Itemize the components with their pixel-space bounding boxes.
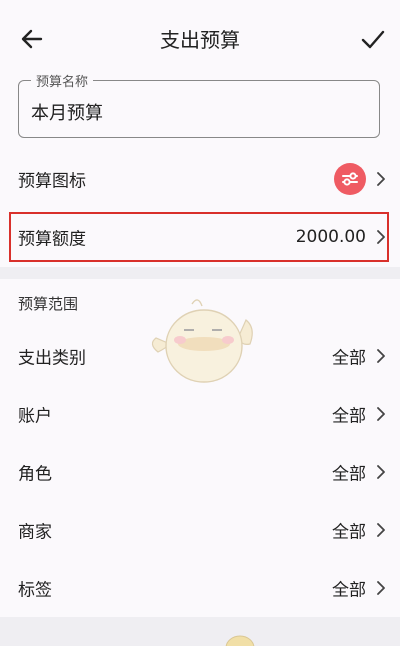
scope-row-tag[interactable]: 标签 全部 (0, 560, 400, 616)
chevron-right-icon (377, 465, 385, 479)
chevron-right-icon (377, 581, 385, 595)
scope-row-label: 标签 (18, 580, 52, 601)
scope-row-label: 角色 (18, 464, 52, 485)
scope-row-role[interactable]: 角色 全部 (0, 444, 400, 500)
page-title: 支出预算 (160, 28, 240, 52)
budget-icon-preview (334, 163, 366, 195)
scope-row-account[interactable]: 账户 全部 (0, 386, 400, 442)
scope-row-value: 全部 (332, 348, 366, 369)
scope-row-label: 商家 (18, 522, 52, 543)
scope-row-value: 全部 (332, 580, 366, 601)
highlight-frame (9, 212, 389, 262)
mascot-peek-icon (225, 635, 255, 646)
scope-row-label: 支出类别 (18, 348, 86, 369)
budget-icon-row[interactable]: 预算图标 (0, 151, 400, 207)
scope-row-merchant[interactable]: 商家 全部 (0, 502, 400, 558)
chevron-right-icon (377, 172, 385, 186)
sliders-icon (342, 172, 358, 186)
budget-name-legend: 预算名称 (31, 71, 94, 90)
scope-row-label: 账户 (18, 406, 52, 427)
budget-name-field[interactable]: 预算名称 本月预算 (18, 71, 380, 138)
budget-name-value[interactable]: 本月预算 (31, 99, 103, 125)
app-header: 支出预算 (0, 0, 400, 76)
chevron-right-icon (377, 523, 385, 537)
budget-icon-label: 预算图标 (18, 171, 86, 192)
mascot-watermark-icon (151, 299, 253, 383)
budget-scope-heading: 预算范围 (18, 295, 79, 313)
chevron-right-icon (377, 407, 385, 421)
scope-row-value: 全部 (332, 464, 366, 485)
confirm-check-icon[interactable] (360, 26, 386, 52)
scope-row-value: 全部 (332, 522, 366, 543)
bottom-divider (0, 617, 400, 646)
section-divider (0, 267, 400, 279)
chevron-right-icon (377, 349, 385, 363)
scope-row-value: 全部 (332, 406, 366, 427)
